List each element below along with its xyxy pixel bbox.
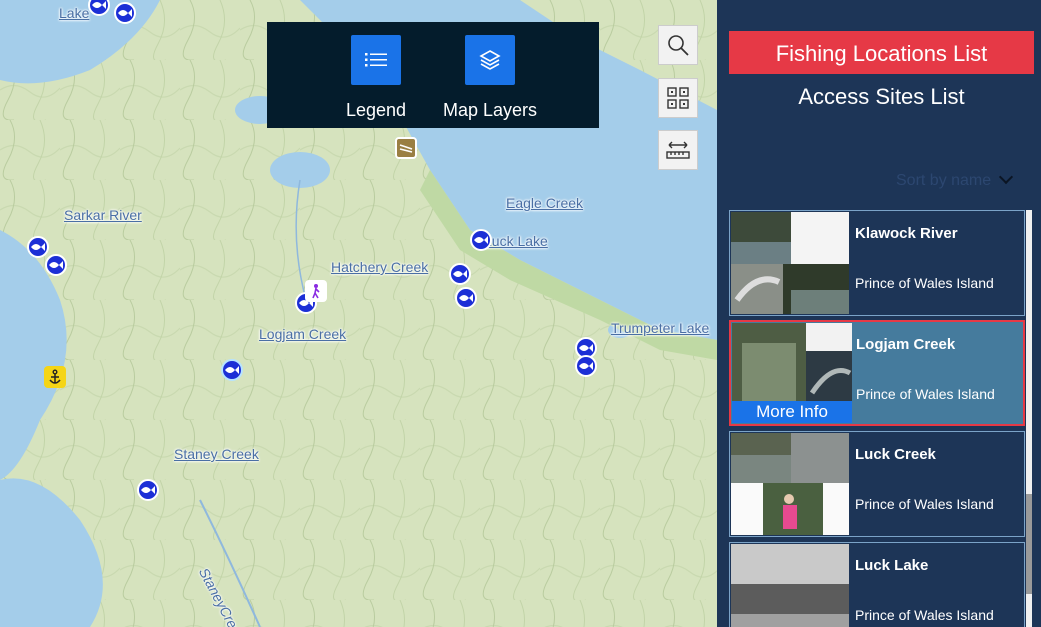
map-view[interactable]: Lake Sarkar River Eagle Creek Luck Lake … [0,0,717,627]
card-title: Klawock River [855,225,958,242]
fish-marker-icon[interactable] [221,359,243,381]
chevron-down-icon [999,169,1014,185]
location-thumbnail [731,433,849,535]
location-card-selected[interactable]: Logjam Creek Prince of Wales Island More… [729,320,1025,426]
legend-button[interactable]: Legend [311,35,441,125]
anchor-icon[interactable] [44,366,66,388]
measure-button[interactable] [658,130,698,170]
map-label-lake[interactable]: Lake [59,5,89,21]
card-subtitle: Prince of Wales Island [855,607,994,623]
card-subtitle: Prince of Wales Island [855,275,994,291]
map-label-sarkar-river[interactable]: Sarkar River [64,207,142,223]
card-subtitle: Prince of Wales Island [855,496,994,512]
fish-marker-icon[interactable] [27,236,49,258]
fish-marker-icon[interactable] [45,254,67,276]
card-title: Luck Creek [855,446,936,463]
search-icon [668,35,689,56]
map-layers-button[interactable]: Map Layers [425,35,555,125]
layers-icon [465,35,515,85]
sort-label: Sort by name [896,172,992,189]
fish-marker-icon[interactable] [449,263,471,285]
map-layers-label: Map Layers [442,100,538,120]
sort-dropdown[interactable]: Sort by name [896,169,1014,190]
card-title: Logjam Creek [856,336,956,353]
fish-marker-icon[interactable] [470,229,492,251]
map-label-trumpeter-lake[interactable]: Trumpeter Lake [611,320,709,336]
fish-marker-icon[interactable] [114,2,136,24]
fishing-locations-list-button[interactable]: Fishing Locations List [729,31,1034,74]
map-label-logjam-creek[interactable]: Logjam Creek [259,326,346,342]
map-label-staney-creek[interactable]: Staney Creek [174,446,259,462]
access-sites-list-button[interactable]: Access Sites List [729,80,1034,113]
location-thumbnail [731,212,849,314]
fish-marker-icon[interactable] [455,287,477,309]
qr-grid-button[interactable] [658,78,698,118]
list-icon [351,35,401,85]
hiker-icon[interactable] [305,280,327,302]
qr-grid-icon [667,87,689,109]
sidebar: Fishing Locations List Access Sites List… [717,0,1041,627]
map-label-eagle-creek[interactable]: Eagle Creek [506,195,583,211]
card-subtitle: Prince of Wales Island [856,386,995,402]
location-card[interactable]: Klawock River Prince of Wales Island [729,210,1025,316]
fish-marker-icon[interactable] [575,355,597,377]
map-search-button[interactable] [658,25,698,65]
more-info-button[interactable]: More Info [732,401,852,423]
card-title: Luck Lake [855,557,929,574]
boat-launch-icon[interactable] [395,137,417,159]
location-card-list[interactable]: Klawock River Prince of Wales Island Log… [729,210,1025,627]
location-card[interactable]: Luck Lake Prince of Wales Island [729,542,1025,627]
location-thumbnail [731,544,849,627]
fish-marker-icon[interactable] [137,479,159,501]
legend-label: Legend [345,100,407,120]
map-tool-panel: Legend Map Layers [267,22,599,128]
scrollbar-thumb[interactable] [1026,494,1032,594]
location-card[interactable]: Luck Creek Prince of Wales Island [729,431,1025,537]
map-label-luck-lake[interactable]: Luck Lake [484,233,548,249]
measure-icon [666,141,690,159]
map-label-hatchery-creek[interactable]: Hatchery Creek [331,259,428,275]
